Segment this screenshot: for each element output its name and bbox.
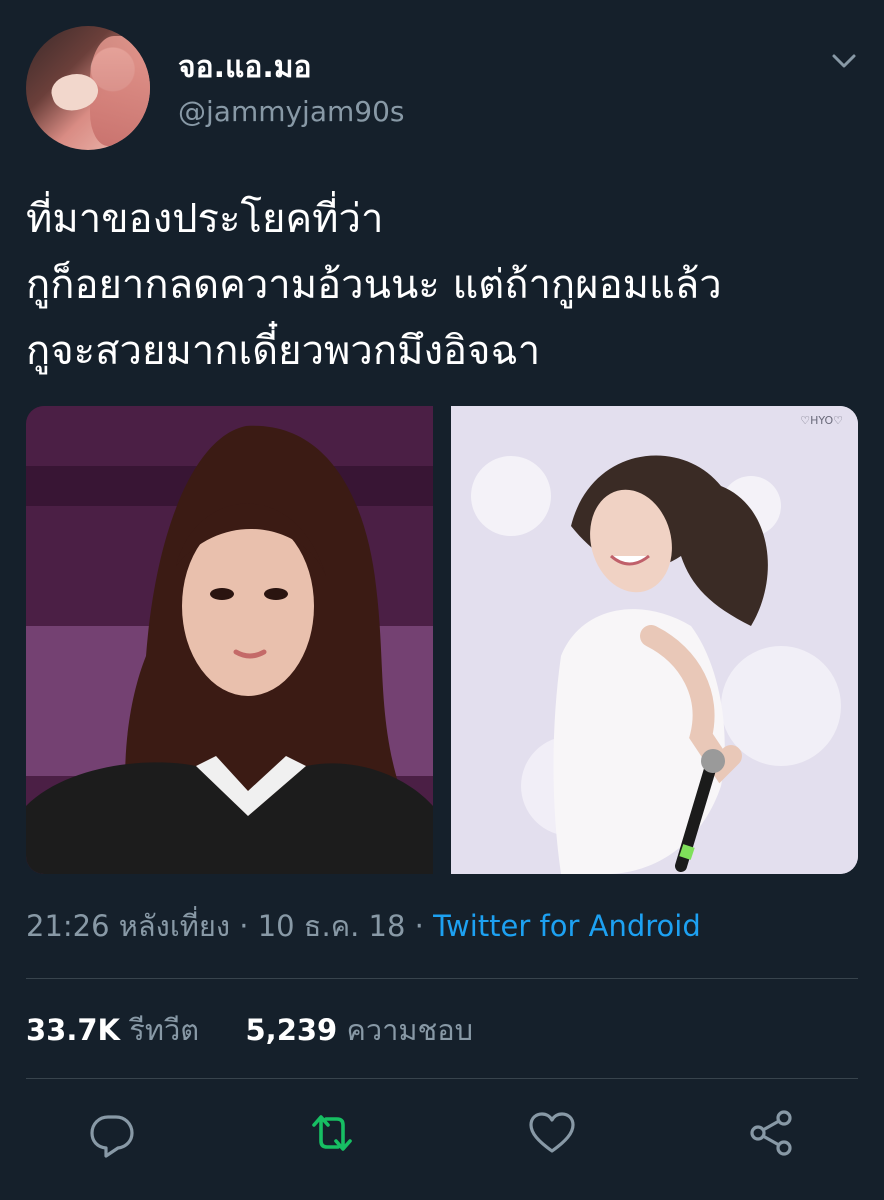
tweet-detail: จอ.แอ.มอ @jammyjam90s ที่มาของประโยคที่ว…: [0, 0, 884, 1200]
meta-separator: ·: [230, 909, 258, 943]
photo-watermark: ♡HYO♡: [800, 414, 843, 427]
tweet-date: 10 ธ.ค. 18: [257, 909, 406, 943]
tweet-time: 21:26 หลังเที่ยง: [26, 909, 231, 943]
tweet-text-line: ที่มาของประโยคที่ว่า: [26, 196, 384, 242]
likes-count[interactable]: 5,239: [246, 1013, 338, 1047]
chevron-down-icon[interactable]: [826, 46, 862, 76]
tweet-text-line: กูก็อยากลดความอ้วนนะ แต่ถ้ากูผอมแล้ว: [26, 262, 722, 308]
action-bar: [0, 1105, 884, 1165]
retweets-count[interactable]: 33.7K: [26, 1013, 120, 1047]
tweet-source-link[interactable]: Twitter for Android: [433, 909, 701, 943]
retweets-label[interactable]: รีทวีต: [129, 1013, 199, 1047]
reply-icon[interactable]: [84, 1105, 140, 1161]
tweet-stats: 33.7K รีทวีต 5,239 ความชอบ: [26, 1010, 473, 1050]
tweet-meta: 21:26 หลังเที่ยง · 10 ธ.ค. 18 · Twitter …: [26, 906, 701, 946]
display-name[interactable]: จอ.แอ.มอ: [178, 50, 312, 86]
heart-icon[interactable]: [524, 1105, 580, 1161]
divider: [26, 978, 858, 979]
tweet-text: ที่มาของประโยคที่ว่า กูก็อยากลดความอ้วนน…: [26, 186, 866, 384]
likes-label[interactable]: ความชอบ: [346, 1013, 473, 1047]
share-icon[interactable]: [744, 1105, 800, 1161]
tweet-text-line: กูจะสวยมากเดี๋ยวพวกมึงอิจฉา: [26, 328, 541, 374]
photo-before[interactable]: [26, 406, 433, 874]
user-handle[interactable]: @jammyjam90s: [178, 95, 405, 129]
avatar-hair: [90, 36, 150, 146]
retweet-icon[interactable]: [304, 1105, 360, 1161]
photo-after-illustration: ♡HYO♡: [451, 406, 858, 874]
avatar[interactable]: [26, 26, 150, 150]
meta-separator: ·: [405, 909, 434, 943]
media-grid: ♡HYO♡: [26, 406, 858, 874]
photo-after[interactable]: ♡HYO♡: [451, 406, 858, 874]
divider: [26, 1078, 858, 1079]
photo-before-illustration: [26, 406, 433, 874]
